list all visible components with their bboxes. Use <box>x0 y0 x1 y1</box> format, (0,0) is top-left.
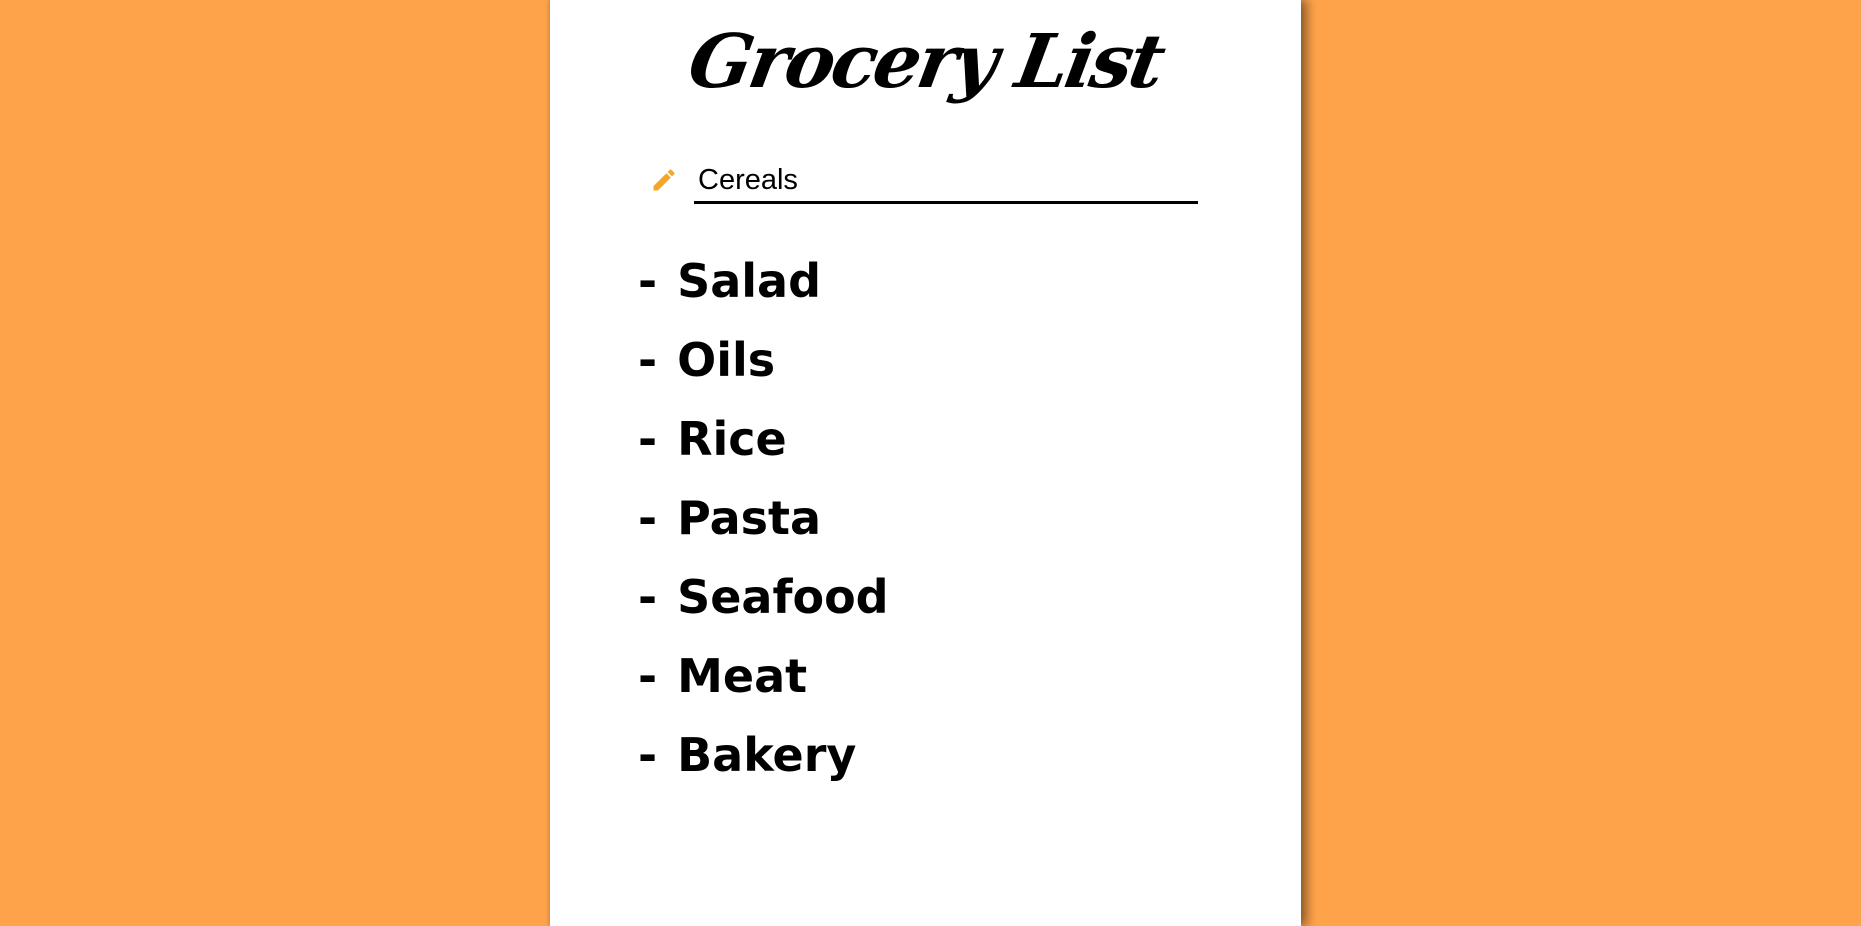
item-label: Meat <box>677 649 808 703</box>
item-dash: - <box>638 333 658 387</box>
item-dash: - <box>638 412 658 466</box>
pencil-icon <box>650 166 678 194</box>
item-label: Oils <box>677 333 776 387</box>
item-dash: - <box>638 570 658 624</box>
grocery-list: - Salad - Oils - Rice - Pasta - Seafood - Meat… <box>638 242 889 795</box>
list-item[interactable]: - Bakery <box>638 716 889 795</box>
list-item[interactable]: - Oils <box>638 321 889 400</box>
page-title: Grocery List <box>682 19 1169 105</box>
item-label: Seafood <box>677 570 889 624</box>
list-item[interactable]: - Meat <box>638 637 889 716</box>
item-dash: - <box>638 649 658 703</box>
item-label: Bakery <box>677 728 857 782</box>
item-label: Pasta <box>677 491 822 545</box>
new-item-input[interactable] <box>694 160 1198 204</box>
item-dash: - <box>638 728 658 782</box>
list-item[interactable]: - Pasta <box>638 479 889 558</box>
list-item[interactable]: - Salad <box>638 242 889 321</box>
item-label: Salad <box>677 254 822 308</box>
item-label: Rice <box>677 412 787 466</box>
item-dash: - <box>638 491 658 545</box>
list-item[interactable]: - Seafood <box>638 558 889 637</box>
item-dash: - <box>638 254 658 308</box>
add-item-row <box>650 160 1198 206</box>
grocery-list-card: Grocery List -Salad -Oils -Rice -Pasta -… <box>550 0 1301 926</box>
list-item[interactable]: - Rice <box>638 400 889 479</box>
